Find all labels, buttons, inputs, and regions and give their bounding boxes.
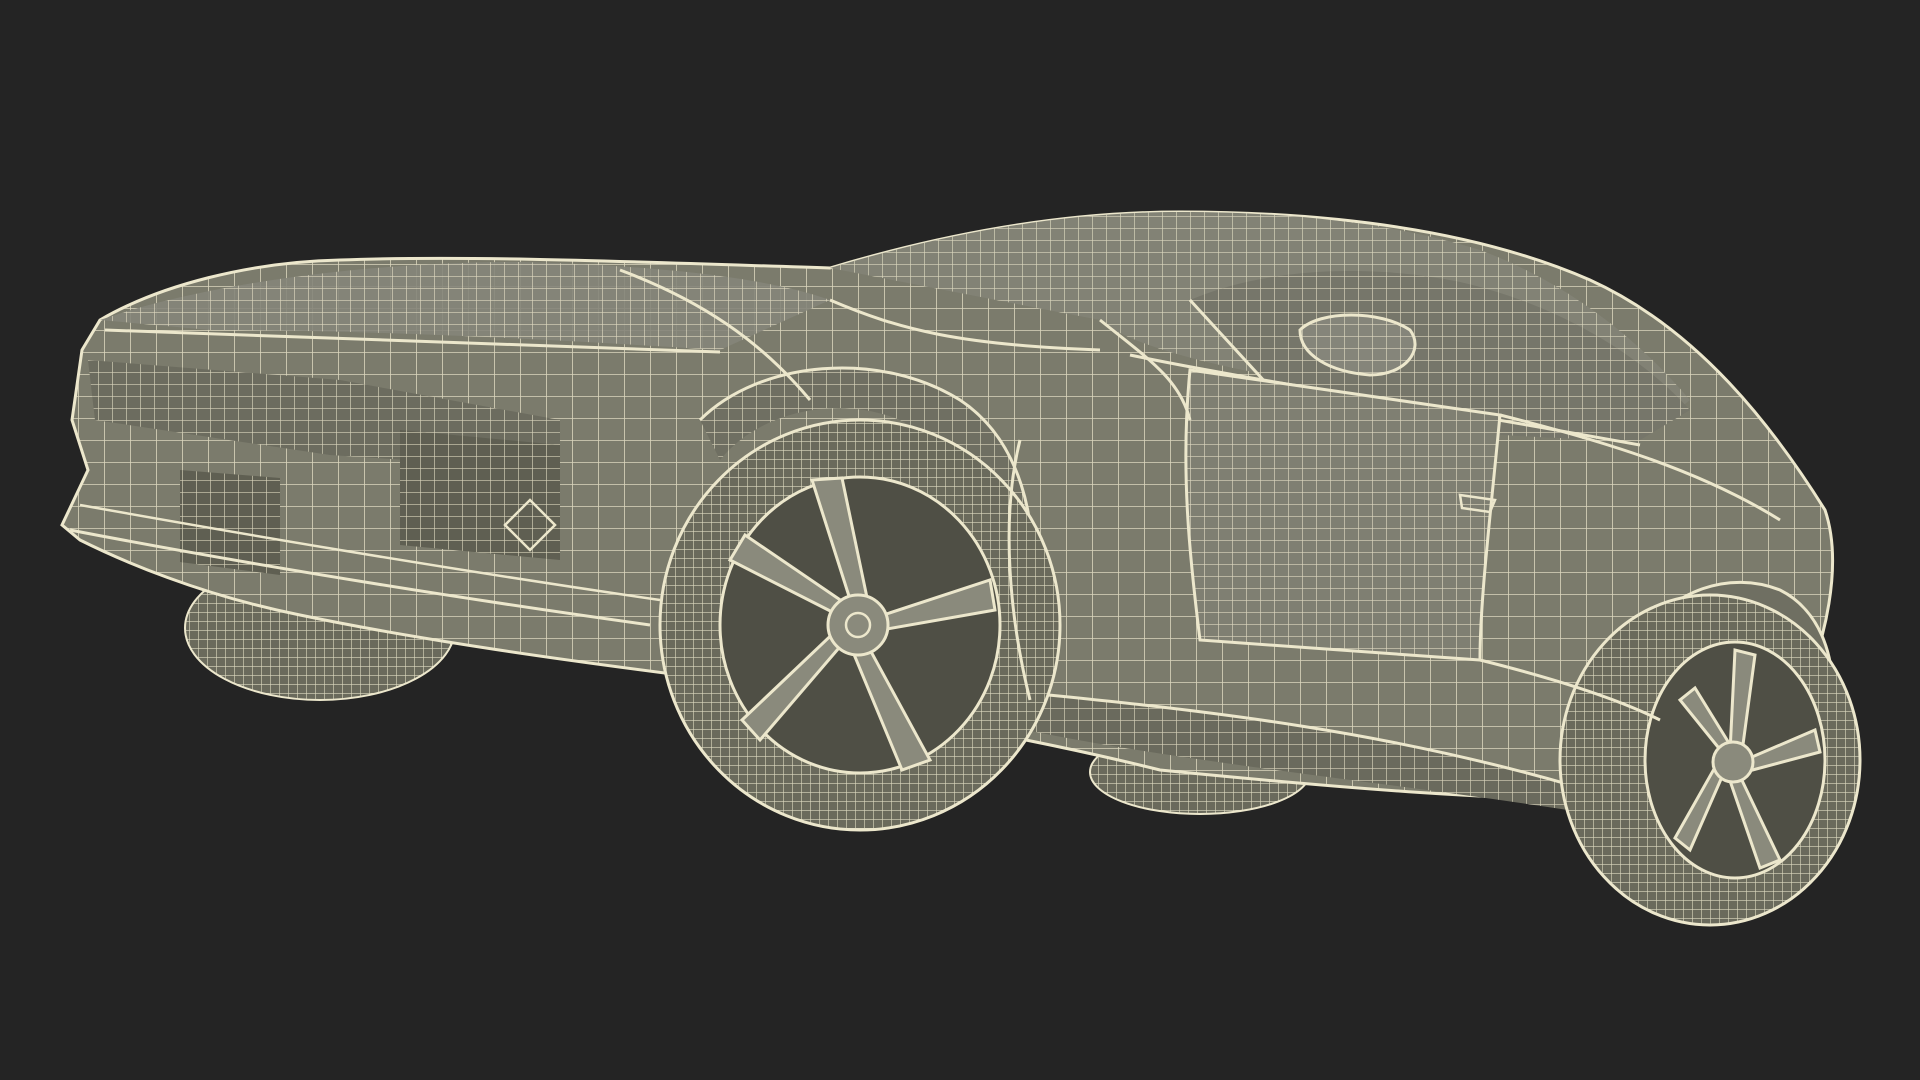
- rear-near-wheel: [658, 418, 1062, 832]
- door-panel: [1184, 368, 1502, 662]
- front-near-wheel: [1558, 593, 1862, 927]
- hub-icon: [826, 593, 890, 657]
- front-hub-icon: [1711, 740, 1755, 784]
- render-viewport: [0, 0, 1920, 1080]
- car-wireframe-render: [60, 210, 1862, 927]
